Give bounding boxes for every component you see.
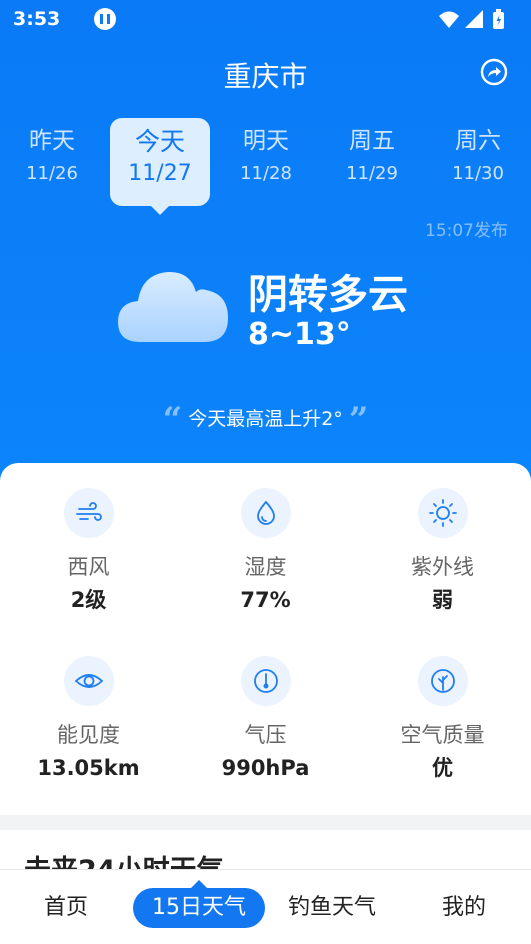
section-title: 未来24小时天气 [24, 848, 224, 870]
status-icons [439, 9, 504, 29]
day-tab-today[interactable]: 今天 11/27 [110, 118, 210, 215]
detail-label: 紫外线 [411, 555, 474, 579]
open-quote-icon: “ [162, 400, 183, 440]
bottom-navigation: 首页 15日天气 钓鱼天气 我的 [0, 869, 531, 944]
day-name: 今天 [134, 127, 185, 156]
detail-value: 优 [432, 756, 453, 780]
day-selector: 昨天 11/26 今天 11/27 明天 11/28 周五 11/29 周六 1… [0, 118, 531, 220]
detail-value: 弱 [432, 588, 453, 612]
day-tab-yesterday[interactable]: 昨天 11/26 [2, 120, 102, 188]
detail-label: 西风 [67, 555, 110, 579]
detail-value: 990hPa [221, 756, 310, 780]
city-title[interactable]: 重庆市 [0, 55, 531, 95]
detail-visibility[interactable]: 能见度 13.05km [0, 656, 177, 781]
status-time: 3:53 [13, 8, 61, 30]
weather-details-card: 西风 2级 湿度 77% 紫外线 弱 能见度 13.05km 气压 990hPa… [0, 463, 531, 815]
battery-icon [493, 9, 504, 29]
wifi-icon [439, 11, 459, 28]
weather-note-text: 今天最高温上升2° [188, 408, 343, 430]
day-date: 11/29 [346, 163, 398, 184]
detail-wind[interactable]: 西风 2级 [0, 488, 177, 613]
section-divider [0, 815, 531, 830]
day-name: 昨天 [29, 128, 75, 154]
nav-15-day-weather[interactable]: 15日天气 [133, 880, 265, 928]
wind-icon [63, 488, 114, 538]
status-bar: 3:53 [0, 0, 531, 38]
weather-note: “ 今天最高温上升2° ” [0, 400, 531, 440]
day-tab-saturday[interactable]: 周六 11/30 [428, 120, 528, 188]
day-name: 明天 [243, 128, 289, 154]
hourly-forecast-section: 未来24小时天气 [0, 830, 531, 870]
temperature-range: 8~13° [248, 317, 351, 352]
sun-icon [417, 488, 468, 538]
detail-label: 湿度 [244, 555, 287, 579]
detail-label: 能见度 [57, 723, 120, 747]
day-date: 11/27 [128, 161, 192, 186]
pressure-gauge-icon [240, 656, 291, 706]
day-date: 11/26 [26, 163, 78, 184]
app-notification-icon [94, 8, 116, 30]
day-name: 周五 [349, 128, 395, 154]
eye-icon [63, 656, 114, 706]
detail-humidity[interactable]: 湿度 77% [177, 488, 354, 613]
detail-value: 2级 [70, 588, 107, 612]
day-date: 11/30 [452, 163, 504, 184]
nav-fishing-weather[interactable]: 钓鱼天气 [276, 888, 388, 928]
nav-mine[interactable]: 我的 [418, 888, 510, 928]
detail-label: 气压 [244, 723, 287, 747]
detail-pressure[interactable]: 气压 990hPa [177, 656, 354, 781]
day-tab-friday[interactable]: 周五 11/29 [322, 120, 422, 188]
cloud-icon [118, 271, 228, 342]
detail-uv[interactable]: 紫外线 弱 [354, 488, 531, 613]
day-date: 11/28 [240, 163, 292, 184]
day-tab-tomorrow[interactable]: 明天 11/28 [216, 120, 316, 188]
day-name: 周六 [455, 128, 501, 154]
detail-value: 13.05km [37, 756, 140, 780]
detail-air-quality[interactable]: 空气质量 优 [354, 656, 531, 781]
detail-value: 77% [240, 588, 291, 612]
humidity-drop-icon [240, 488, 291, 538]
detail-label: 空气质量 [400, 723, 485, 747]
close-quote-icon: ” [348, 400, 369, 440]
signal-icon [465, 10, 483, 28]
leaf-icon [417, 656, 468, 706]
nav-home[interactable]: 首页 [20, 888, 112, 928]
weather-condition: 阴转多云 [248, 272, 408, 318]
share-icon[interactable] [480, 58, 508, 86]
publish-time: 15:07发布 [425, 221, 508, 241]
